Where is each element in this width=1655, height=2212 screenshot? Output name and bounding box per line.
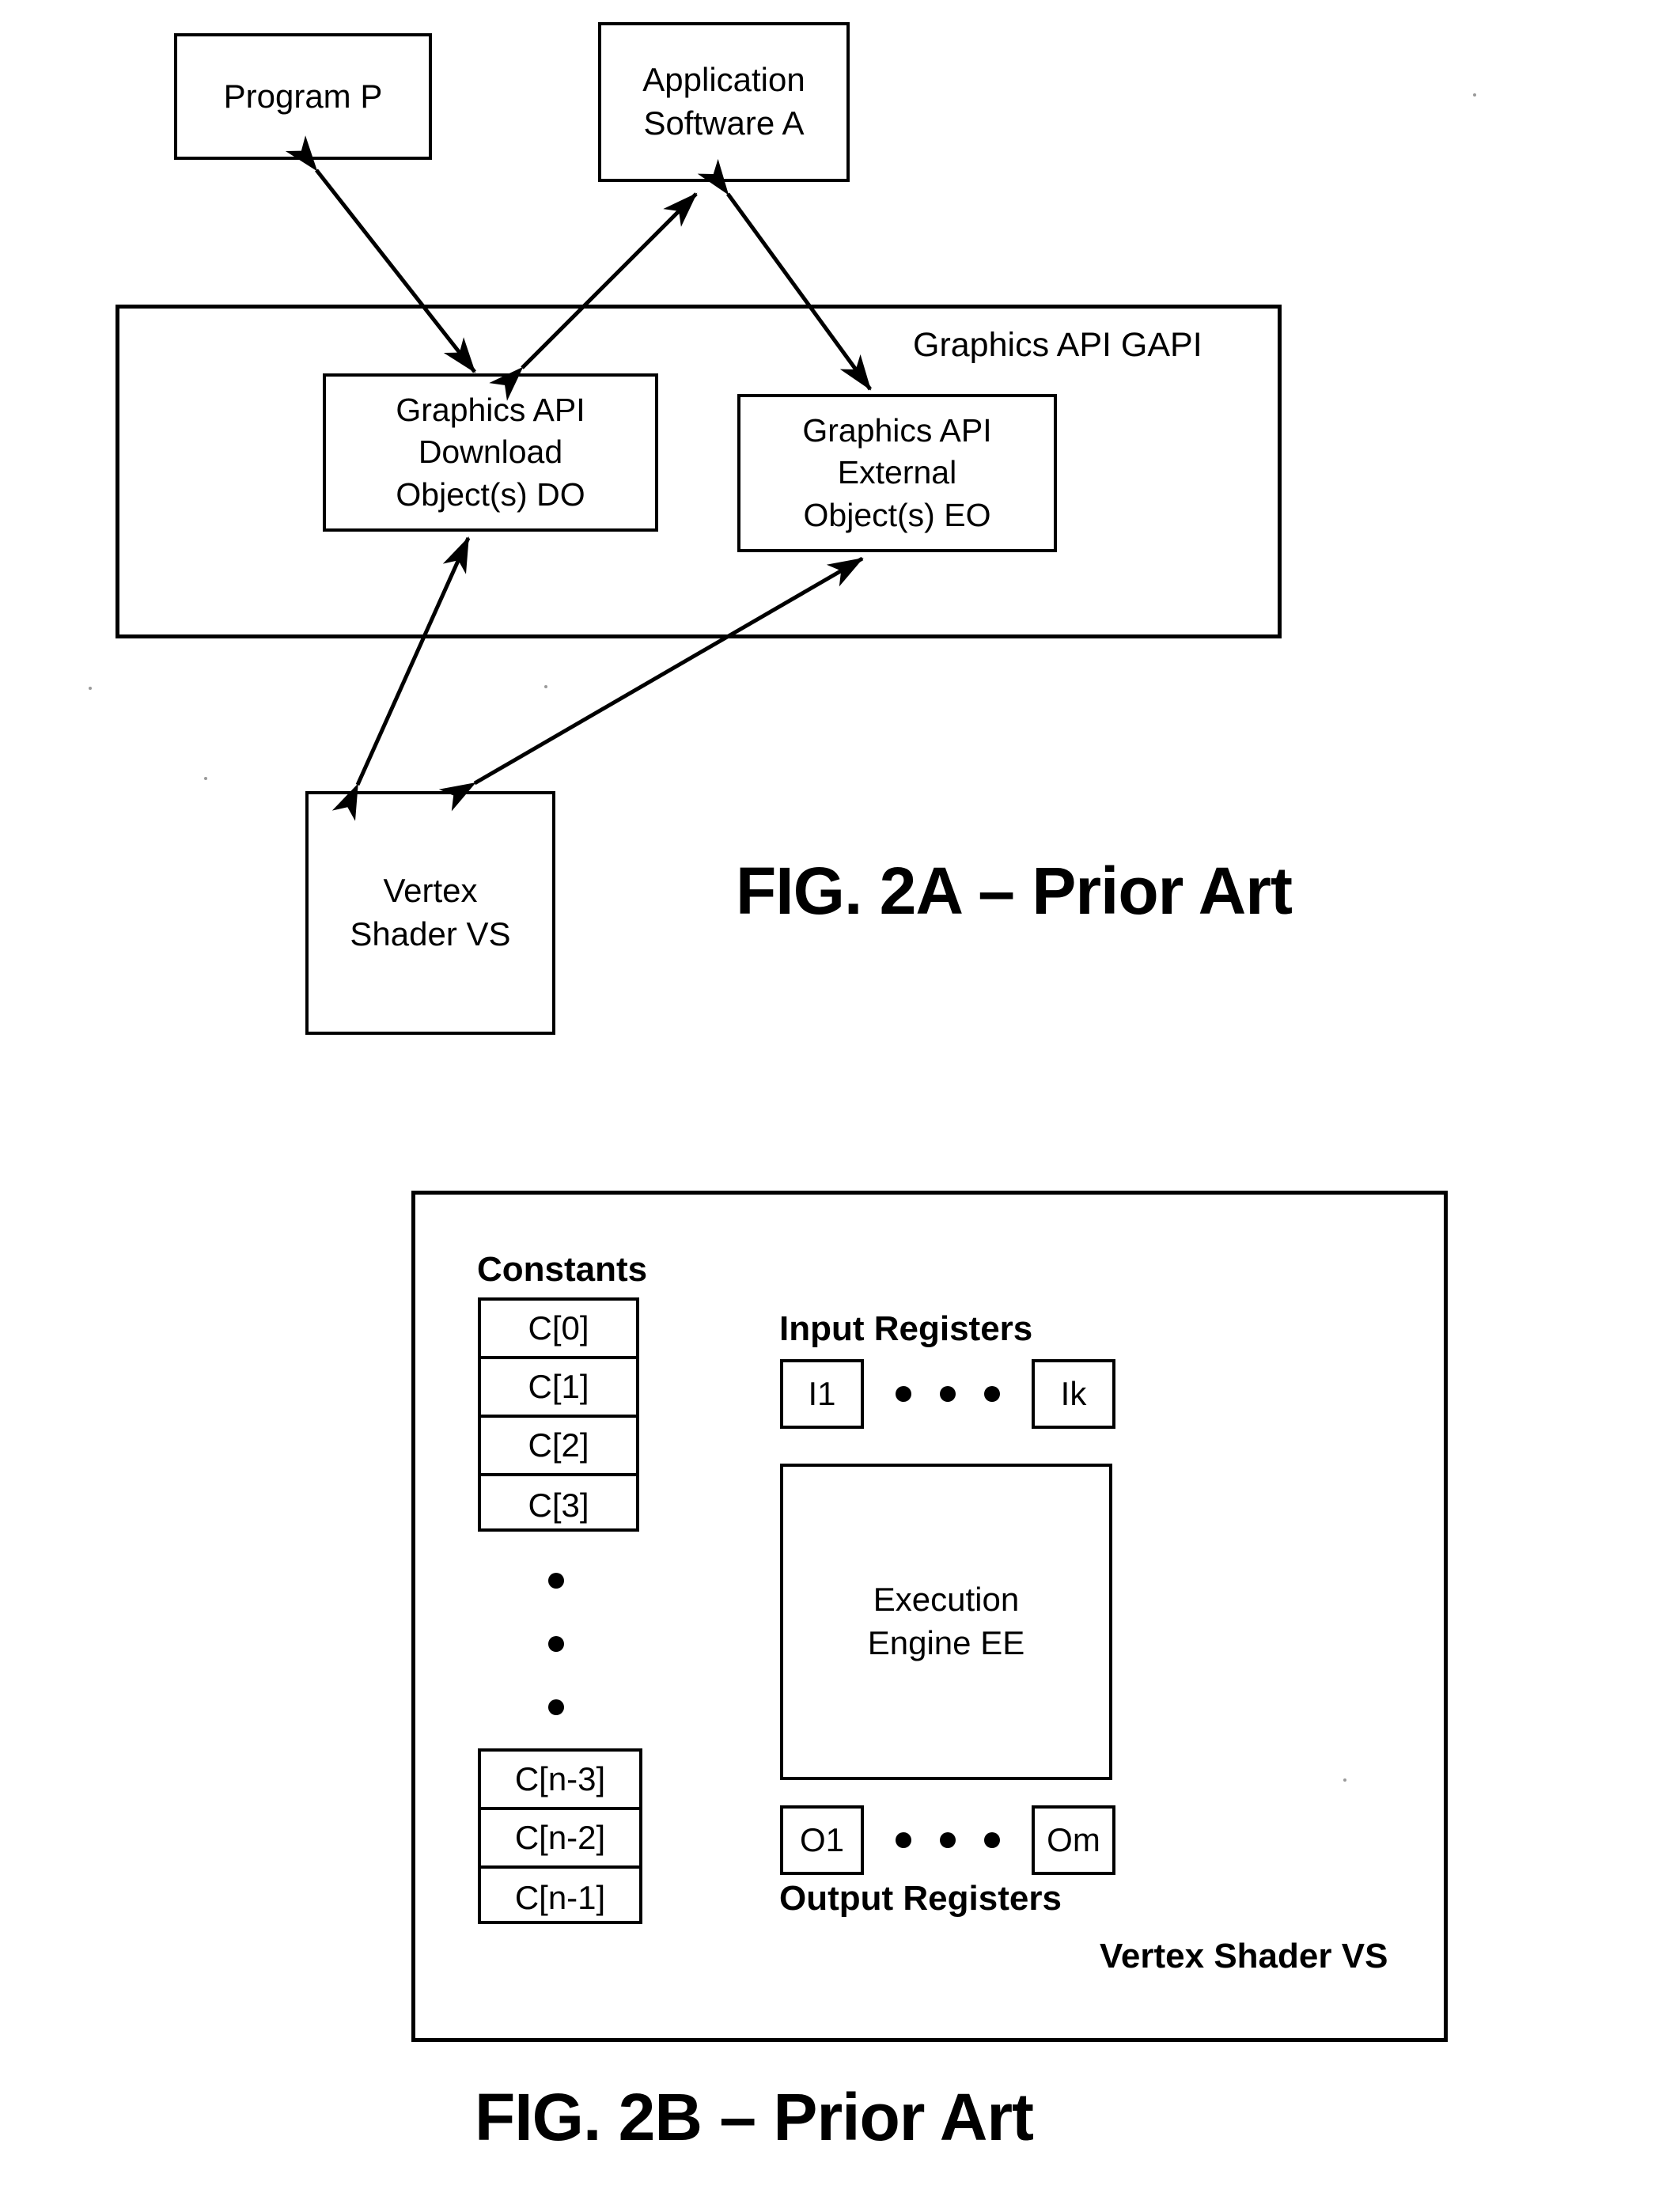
scan-speckle bbox=[1473, 93, 1476, 97]
ellipsis-dot-icon bbox=[940, 1832, 956, 1848]
figure-2b-caption: FIG. 2B – Prior Art bbox=[475, 2080, 1034, 2154]
ellipsis-dot-icon bbox=[896, 1832, 911, 1848]
constant-cell: C[n-1] bbox=[514, 1879, 606, 1916]
scan-speckle bbox=[204, 777, 207, 780]
constant-cell: C[2] bbox=[481, 1418, 636, 1476]
application-software-a-label-line1: Application bbox=[642, 61, 805, 99]
constant-cell: C[n-3] bbox=[481, 1752, 639, 1810]
constants-ellipsis-vertical bbox=[548, 1573, 564, 1715]
graphics-api-gapi-label: Graphics API GAPI bbox=[913, 326, 1202, 364]
input-register-first: I1 bbox=[780, 1359, 864, 1429]
graphics-api-external-object-box: Graphics API External Object(s) EO bbox=[737, 394, 1057, 552]
output-registers-label: Output Registers bbox=[779, 1879, 1062, 1918]
constant-cell: C[1] bbox=[481, 1359, 636, 1418]
scan-speckle bbox=[89, 687, 92, 690]
constants-stack-top: C[0] C[1] C[2] C[3] bbox=[478, 1297, 639, 1532]
external-object-line3: Object(s) EO bbox=[803, 496, 991, 533]
ellipsis-dot-icon bbox=[896, 1386, 911, 1402]
execution-engine-ee-box: Execution Engine EE bbox=[780, 1464, 1112, 1780]
ellipsis-dot-icon bbox=[984, 1386, 1000, 1402]
ellipsis-dot-icon bbox=[548, 1699, 564, 1715]
graphics-api-download-object-box: Graphics API Download Object(s) DO bbox=[323, 373, 658, 532]
download-object-line2: Download bbox=[418, 434, 563, 471]
download-object-line1: Graphics API bbox=[396, 392, 585, 429]
ellipsis-dot-icon bbox=[548, 1636, 564, 1652]
application-software-a-label-line2: Software A bbox=[643, 104, 805, 142]
execution-engine-line1: Execution bbox=[873, 1581, 1020, 1619]
external-object-line2: External bbox=[837, 454, 957, 491]
scan-speckle bbox=[1343, 1778, 1346, 1782]
scan-speckle bbox=[544, 685, 547, 688]
input-registers-label: Input Registers bbox=[779, 1309, 1033, 1348]
constants-label: Constants bbox=[477, 1250, 648, 1289]
ellipsis-dot-icon bbox=[548, 1573, 564, 1589]
constant-cell: C[0] bbox=[481, 1301, 636, 1359]
input-registers-row: I1 Ik bbox=[780, 1359, 1115, 1429]
program-p-label: Program P bbox=[223, 77, 383, 115]
constant-cell: C[3] bbox=[528, 1487, 589, 1524]
vertex-shader-line2: Shader VS bbox=[350, 915, 511, 953]
program-p-box: Program P bbox=[174, 33, 432, 160]
input-register-last: Ik bbox=[1032, 1359, 1115, 1429]
figure-2a-caption: FIG. 2A – Prior Art bbox=[736, 854, 1293, 928]
vertex-shader-line1: Vertex bbox=[383, 872, 478, 910]
application-software-a-box: Application Software A bbox=[598, 22, 850, 182]
download-object-line3: Object(s) DO bbox=[396, 475, 585, 513]
ellipsis-dot-icon bbox=[940, 1386, 956, 1402]
ellipsis-dot-icon bbox=[984, 1832, 1000, 1848]
output-registers-row: O1 Om bbox=[780, 1805, 1115, 1875]
constant-cell: C[n-2] bbox=[481, 1810, 639, 1869]
constants-stack-bottom: C[n-3] C[n-2] C[n-1] bbox=[478, 1748, 642, 1924]
output-register-last: Om bbox=[1032, 1805, 1115, 1875]
vertex-shader-vs-label: Vertex Shader VS bbox=[1100, 1937, 1388, 1975]
input-registers-ellipsis bbox=[864, 1386, 1032, 1402]
execution-engine-line2: Engine EE bbox=[867, 1624, 1025, 1661]
output-register-first: O1 bbox=[780, 1805, 864, 1875]
external-object-line1: Graphics API bbox=[802, 412, 992, 449]
vertex-shader-vs-box: Vertex Shader VS bbox=[305, 791, 555, 1035]
output-registers-ellipsis bbox=[864, 1832, 1032, 1848]
